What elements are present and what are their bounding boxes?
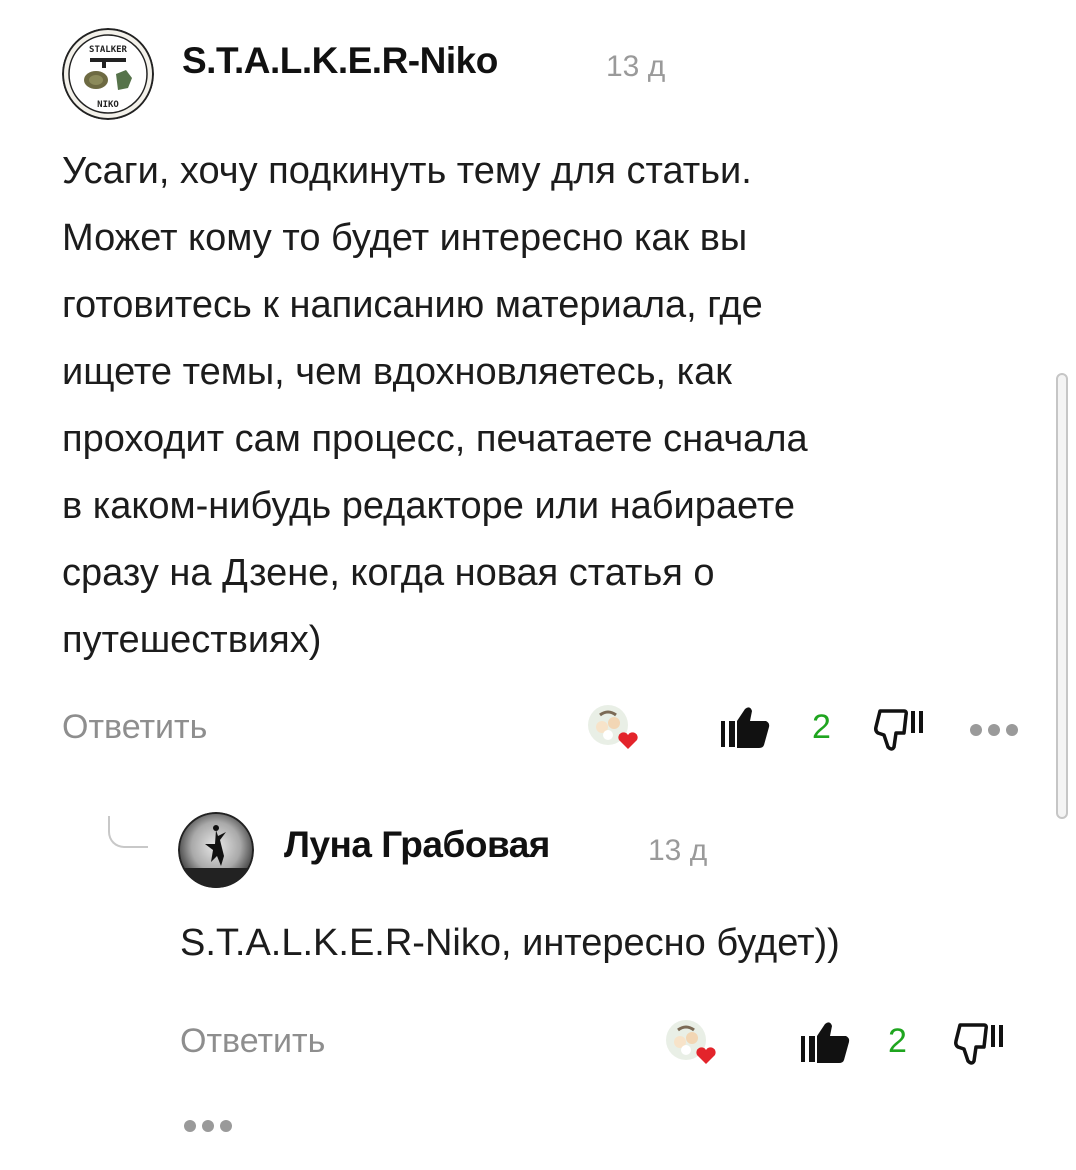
thumbs-up-icon[interactable]: [798, 1020, 854, 1069]
comment-author[interactable]: Луна Грабовая: [284, 824, 550, 866]
comment-text-line: сразу на Дзене, когда новая статья о: [62, 552, 715, 594]
comment-time: 13 д: [606, 50, 666, 83]
comment-text-line: S.T.A.L.K.E.R-Niko, интересно будет)): [180, 922, 840, 964]
reply-button[interactable]: Ответить: [180, 1022, 325, 1061]
heart-icon: [618, 732, 638, 749]
comment-text-line: путешествиях): [62, 619, 322, 661]
comment-text-line: проходит сам процесс, печатаете сначала: [62, 418, 808, 460]
heart-icon: [696, 1047, 716, 1064]
avatar[interactable]: [178, 812, 254, 888]
comment-text-line: ищете темы, чем вдохновляетесь, как: [62, 351, 732, 393]
comment-text-line: готовитесь к написанию материала, где: [62, 284, 763, 326]
thumbs-up-icon[interactable]: [718, 705, 774, 754]
comment-text-line: Может кому то будет интересно как вы: [62, 217, 748, 259]
thumbs-down-icon[interactable]: [872, 707, 928, 758]
reply-button[interactable]: Ответить: [62, 708, 207, 747]
comment-author[interactable]: S.T.A.L.K.E.R-Niko: [182, 40, 498, 82]
scrollbar[interactable]: [1056, 373, 1068, 819]
like-count: 2: [888, 1022, 907, 1060]
comment-text: S.T.A.L.K.E.R-Niko, интересно будет)): [180, 910, 840, 977]
avatar[interactable]: STALKER NIKO: [62, 28, 154, 120]
reply-thread-connector: [108, 816, 148, 848]
comment-text-line: Усаги, хочу подкинуть тему для статьи.: [62, 150, 752, 192]
comment-text: Усаги, хочу подкинуть тему для статьи. М…: [62, 138, 808, 674]
comment-time: 13 д: [648, 834, 708, 867]
like-count: 2: [812, 708, 831, 746]
liker-avatar[interactable]: [586, 703, 638, 753]
more-dots-icon[interactable]: [968, 722, 1020, 743]
liker-avatar[interactable]: [664, 1018, 716, 1068]
avatar-lettering-bottom: NIKO: [97, 100, 119, 110]
thumbs-down-icon[interactable]: [952, 1021, 1008, 1072]
comment-text-line: в каком-нибудь редакторе или набираете: [62, 485, 795, 527]
more-dots-icon[interactable]: [182, 1118, 234, 1139]
avatar-lettering-top: STALKER: [89, 45, 128, 55]
